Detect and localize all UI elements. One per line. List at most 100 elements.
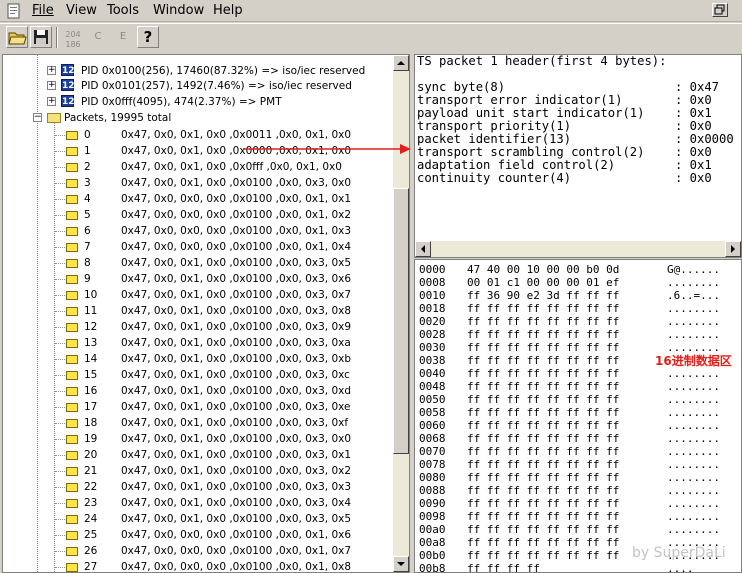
tree-guide <box>55 279 65 280</box>
packet-row[interactable]: 11 0x47, 0x0, 0x1, 0x0 ,0x0100 ,0x0, 0x3,… <box>3 303 393 319</box>
packet-row[interactable]: 3 0x47, 0x0, 0x1, 0x0 ,0x0100 ,0x0, 0x3, … <box>3 175 393 191</box>
open-button[interactable] <box>6 26 28 48</box>
packet-row[interactable]: 24 0x47, 0x0, 0x1, 0x0 ,0x0100 ,0x0, 0x3,… <box>3 511 393 527</box>
packet-header-values: 0x47, 0x0, 0x1, 0x0 ,0x0100 ,0x0, 0x3, 0… <box>121 369 350 381</box>
pid-entry[interactable]: PID 0x0100(256), 17460(87.32%) => iso/ie… <box>81 63 365 79</box>
tree-guide <box>55 551 65 552</box>
packet-icon <box>66 259 78 268</box>
scroll-left-arrow[interactable] <box>415 241 431 257</box>
packet-row[interactable]: 10 0x47, 0x0, 0x1, 0x0 ,0x0100 ,0x0, 0x3,… <box>3 287 393 303</box>
tree-guide <box>55 215 65 216</box>
packet-row[interactable]: 0 0x47, 0x0, 0x1, 0x0 ,0x0011 ,0x0, 0x1, … <box>3 127 393 143</box>
packet-header-values: 0x47, 0x0, 0x1, 0x0 ,0x0100 ,0x0, 0x3, 0… <box>121 289 352 301</box>
expand-toggle[interactable]: + <box>47 81 56 90</box>
pid-entry[interactable]: PID 0x0fff(4095), 474(2.37%) => PMT <box>81 94 282 110</box>
packets-node[interactable]: Packets, 19995 total <box>64 110 171 126</box>
packet-index: 25 <box>84 529 98 541</box>
packet-header-values: 0x47, 0x0, 0x1, 0x0 ,0x0100 ,0x0, 0x3, 0… <box>121 449 352 461</box>
packet-index: 5 <box>84 209 91 221</box>
menu-tools[interactable]: Tools <box>107 3 139 18</box>
scroll-right-arrow[interactable] <box>725 241 741 257</box>
packet-row[interactable]: 14 0x47, 0x0, 0x1, 0x0 ,0x0100 ,0x0, 0x3,… <box>3 351 393 367</box>
tree-guide <box>55 263 65 264</box>
tree-guide <box>55 487 65 488</box>
packet-index: 16 <box>84 385 98 397</box>
packet-index: 21 <box>84 465 98 477</box>
packet-row[interactable]: 27 0x47, 0x0, 0x0, 0x0 ,0x0100 ,0x0, 0x1,… <box>3 559 393 572</box>
packet-icon <box>66 499 78 508</box>
packet-header-values: 0x47, 0x0, 0x1, 0x0 ,0x0000 ,0x0, 0x1, 0… <box>121 145 352 157</box>
packet-row[interactable]: 4 0x47, 0x0, 0x0, 0x0 ,0x0100 ,0x0, 0x1, … <box>3 191 393 207</box>
arrow-left-icon <box>421 245 425 253</box>
c-button-label: C <box>94 31 102 42</box>
packet-row[interactable]: 12 0x47, 0x0, 0x1, 0x0 ,0x0100 ,0x0, 0x3,… <box>3 319 393 335</box>
hex-offset: 0010 <box>419 289 446 302</box>
packet-icon <box>66 515 78 524</box>
hex-row: 0070 ff ff ff ff ff ff ff ff........ <box>417 445 737 458</box>
menu-help[interactable]: Help <box>213 3 243 18</box>
collapse-toggle[interactable]: − <box>33 113 42 122</box>
tree-vertical-scrollbar[interactable] <box>393 55 409 572</box>
c-button[interactable]: C <box>87 26 109 48</box>
packet-row[interactable]: 21 0x47, 0x0, 0x1, 0x0 ,0x0100 ,0x0, 0x3,… <box>3 463 393 479</box>
packet-row[interactable]: 25 0x47, 0x0, 0x0, 0x0 ,0x0100 ,0x0, 0x1,… <box>3 527 393 543</box>
hex-ascii: ........ <box>667 393 720 406</box>
packet-row[interactable]: 17 0x47, 0x0, 0x1, 0x0 ,0x0100 ,0x0, 0x3,… <box>3 399 393 415</box>
packet-row[interactable]: 5 0x47, 0x0, 0x0, 0x0 ,0x0100 ,0x0, 0x1, … <box>3 207 393 223</box>
packet-row[interactable]: 19 0x47, 0x0, 0x1, 0x0 ,0x0100 ,0x0, 0x3,… <box>3 431 393 447</box>
help-button[interactable]: ? <box>137 26 159 48</box>
pid-icon: 12 <box>61 95 75 107</box>
packet-row[interactable]: 15 0x47, 0x0, 0x1, 0x0 ,0x0100 ,0x0, 0x3,… <box>3 367 393 383</box>
restore-window-button[interactable] <box>712 3 728 17</box>
packet-row[interactable]: 16 0x47, 0x0, 0x1, 0x0 ,0x0100 ,0x0, 0x3,… <box>3 383 393 399</box>
packet-icon <box>66 339 78 348</box>
packet-icon <box>66 387 78 396</box>
scroll-thumb[interactable] <box>393 188 409 454</box>
packet-row[interactable]: 22 0x47, 0x0, 0x1, 0x0 ,0x0100 ,0x0, 0x3,… <box>3 479 393 495</box>
packet-header-values: 0x47, 0x0, 0x0, 0x0 ,0x0100 ,0x0, 0x1, 0… <box>121 545 352 557</box>
packet-row[interactable]: 18 0x47, 0x0, 0x1, 0x0 ,0x0100 ,0x0, 0x3,… <box>3 415 393 431</box>
packet-icon <box>66 275 78 284</box>
packet-header-values: 0x47, 0x0, 0x1, 0x0 ,0x0100 ,0x0, 0x3, 0… <box>121 481 352 493</box>
hex-offset: 0028 <box>419 328 446 341</box>
hex-toggle-button[interactable]: 204 186 <box>62 26 84 49</box>
packet-row[interactable]: 7 0x47, 0x0, 0x0, 0x0 ,0x0100 ,0x0, 0x1, … <box>3 239 393 255</box>
packet-tree[interactable]: +12 PID 0x0100(256), 17460(87.32%) => iso… <box>2 54 410 573</box>
hex-offset: 0058 <box>419 406 446 419</box>
packet-icon <box>66 467 78 476</box>
hex-bytes: ff ff ff ff ff ff ff ff <box>467 341 620 354</box>
hex-offset: 0020 <box>419 315 446 328</box>
e-button[interactable]: E <box>112 26 134 48</box>
packet-index: 23 <box>84 497 98 509</box>
hex-offset: 0098 <box>419 510 446 523</box>
header-horizontal-scrollbar[interactable] <box>415 241 741 257</box>
tree-guide <box>55 167 65 168</box>
packet-row[interactable]: 9 0x47, 0x0, 0x1, 0x0 ,0x0100 ,0x0, 0x3, … <box>3 271 393 287</box>
save-button[interactable] <box>30 26 52 48</box>
packet-header-values: 0x47, 0x0, 0x1, 0x0 ,0x0100 ,0x0, 0x3, 0… <box>121 305 352 317</box>
scroll-up-arrow[interactable] <box>393 55 409 71</box>
packet-row[interactable]: 6 0x47, 0x0, 0x0, 0x0 ,0x0100 ,0x0, 0x1, … <box>3 223 393 239</box>
packet-row[interactable]: 8 0x47, 0x0, 0x1, 0x0 ,0x0100 ,0x0, 0x3, … <box>3 255 393 271</box>
hex-offset: 0070 <box>419 445 446 458</box>
hex-ascii: ........ <box>667 432 720 445</box>
scroll-down-arrow[interactable] <box>393 556 409 572</box>
hex-offset: 0080 <box>419 471 446 484</box>
packet-row[interactable]: 23 0x47, 0x0, 0x1, 0x0 ,0x0100 ,0x0, 0x3,… <box>3 495 393 511</box>
packet-header-values: 0x47, 0x0, 0x1, 0x0 ,0x0100 ,0x0, 0x3, 0… <box>121 353 352 365</box>
menu-window[interactable]: Window <box>153 3 204 18</box>
packet-row[interactable]: 1 0x47, 0x0, 0x1, 0x0 ,0x0000 ,0x0, 0x1, … <box>3 143 393 159</box>
packet-header-values: 0x47, 0x0, 0x0, 0x0 ,0x0100 ,0x0, 0x1, 0… <box>121 241 352 253</box>
menu-file[interactable]: File <box>32 3 54 18</box>
packet-header-values: 0x47, 0x0, 0x1, 0x0 ,0x0100 ,0x0, 0x3, 0… <box>121 385 352 397</box>
packet-row[interactable]: 13 0x47, 0x0, 0x1, 0x0 ,0x0100 ,0x0, 0x3,… <box>3 335 393 351</box>
tree-guide <box>55 231 65 232</box>
packet-row[interactable]: 20 0x47, 0x0, 0x1, 0x0 ,0x0100 ,0x0, 0x3,… <box>3 447 393 463</box>
expand-toggle[interactable]: + <box>47 66 56 75</box>
packet-row[interactable]: 2 0x47, 0x0, 0x1, 0x0 ,0x0fff ,0x0, 0x1, … <box>3 159 393 175</box>
pid-entry[interactable]: PID 0x0101(257), 1492(7.46%) => iso/iec … <box>81 78 352 94</box>
hex-ascii: G@...... <box>667 263 720 276</box>
packet-row[interactable]: 26 0x47, 0x0, 0x0, 0x0 ,0x0100 ,0x0, 0x1,… <box>3 543 393 559</box>
expand-toggle[interactable]: + <box>47 97 56 106</box>
menu-view[interactable]: View <box>66 3 97 18</box>
